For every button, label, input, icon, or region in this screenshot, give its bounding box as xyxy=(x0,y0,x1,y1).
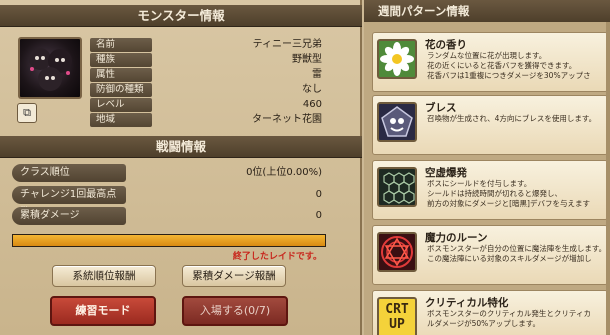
info-value: 雷 xyxy=(312,69,322,80)
crit-icon: CRT UP xyxy=(377,297,417,335)
info-value: 野獣型 xyxy=(292,54,322,65)
breath-icon xyxy=(377,102,417,142)
info-label: 種族 xyxy=(90,53,152,67)
pattern-description: ランダムな位置に花が出現します。 花の近くにいると花香バフを獲得できます。 花香… xyxy=(427,51,591,80)
raid-progress-bar xyxy=(12,234,326,247)
battle-info-title: 戦闘情報 xyxy=(0,136,362,158)
pattern-name: ブレス xyxy=(425,102,457,114)
info-value: なし xyxy=(302,84,322,95)
pattern-description: 召喚物が生成され、4方向にブレスを使用します。 xyxy=(427,114,597,123)
stat-label: クラス順位 xyxy=(12,164,126,182)
monster-info-title: モンスター情報 xyxy=(0,5,362,27)
info-label: 地域 xyxy=(90,113,152,127)
stat-value: 0 xyxy=(315,210,322,221)
pattern-card-void-explosion[interactable]: 空虚爆発 ボスにシールドを付与します。 シールドは持続時間が切れると爆発し、 前… xyxy=(372,160,608,220)
stat-label: チャレンジ1回最高点数 xyxy=(12,186,126,218)
crit-icon-text: CRT UP xyxy=(385,302,409,332)
info-value: ターネット花園 xyxy=(252,114,322,125)
pattern-name: 花の香り xyxy=(425,39,467,51)
info-label: 名前 xyxy=(90,38,152,52)
info-label: 属性 xyxy=(90,68,152,82)
info-label: レベル xyxy=(90,98,152,112)
info-row-element: 属性 雷 xyxy=(90,68,326,82)
pattern-description: ボスにシールドを付与します。 シールドは持続時間が切れると爆発し、 前方の対象に… xyxy=(427,179,590,208)
pattern-card-flower[interactable]: 花の香り ランダムな位置に花が出現します。 花の近くにいると花香バフを獲得できま… xyxy=(372,32,608,92)
stat-row-best-score: チャレンジ1回最高点数 0 xyxy=(12,186,326,218)
share-icon[interactable]: ⧉ xyxy=(17,103,37,123)
stat-label: 累積ダメージ xyxy=(12,207,126,225)
practice-mode-button[interactable]: 練習モード xyxy=(50,296,156,326)
raid-ended-message: 終了したレイドです。 xyxy=(232,252,322,262)
info-row-defense: 防御の種類 なし xyxy=(90,83,326,97)
pattern-name: クリティカル特化 xyxy=(425,297,509,309)
damage-reward-button[interactable]: 累積ダメージ報酬 xyxy=(182,265,286,287)
pattern-card-breath[interactable]: ブレス 召喚物が生成され、4方向にブレスを使用します。 xyxy=(372,95,608,155)
weekly-pattern-title: 週間パターン情報 xyxy=(364,0,610,22)
info-value: 460 xyxy=(302,99,322,110)
info-row-name: 名前 ティニー三兄弟 xyxy=(90,38,326,52)
monster-portrait xyxy=(18,37,82,99)
pattern-name: 空虚爆発 xyxy=(425,167,467,179)
stat-value: 0 xyxy=(315,189,322,200)
raid-progress-fill xyxy=(13,235,325,246)
flower-icon xyxy=(377,39,417,79)
pattern-list-scrollbar[interactable] xyxy=(606,22,610,335)
pattern-name: 魔力のルーン xyxy=(425,232,488,244)
weekly-pattern-panel: 週間パターン情報 花の香り ランダムな位置に花が出現します。 花の近くにいると花… xyxy=(364,0,610,335)
info-value: ティニー三兄弟 xyxy=(252,39,322,50)
info-label: 防御の種類 xyxy=(90,83,152,97)
pattern-description: ボスモンスターのクリティカル発生とクリティカ ルダメージが50%アップします。 xyxy=(427,309,591,328)
stat-row-total-damage: 累積ダメージ 0 xyxy=(12,207,326,225)
info-row-area: 地域 ターネット花園 xyxy=(90,113,326,127)
hexagon-shield-icon xyxy=(377,167,417,207)
pattern-card-mana-rune[interactable]: 魔力のルーン ボスモンスターが自分の位置に魔法陣を生成します。 この魔法陣にいる… xyxy=(372,225,608,285)
class-rank-reward-button[interactable]: 系統順位報酬 xyxy=(52,265,156,287)
stat-value: 0位(上位0.00%) xyxy=(246,167,322,178)
stat-row-class-rank: クラス順位 0位(上位0.00%) xyxy=(12,164,326,182)
info-row-race: 種族 野獣型 xyxy=(90,53,326,67)
pattern-card-critical[interactable]: CRT UP クリティカル特化 ボスモンスターのクリティカル発生とクリティカ ル… xyxy=(372,290,608,335)
rune-icon xyxy=(377,232,417,272)
enter-button[interactable]: 入場する(0/7) xyxy=(182,296,288,326)
monster-info-panel: モンスター情報 ⧉ 名前 ティニー三兄弟 種族 野獣型 属性 雷 防御の種類 な… xyxy=(0,0,362,335)
pattern-description: ボスモンスターが自分の位置に魔法陣を生成します。 この魔法陣にいる対象のスキルダ… xyxy=(427,244,607,263)
info-row-level: レベル 460 xyxy=(90,98,326,112)
